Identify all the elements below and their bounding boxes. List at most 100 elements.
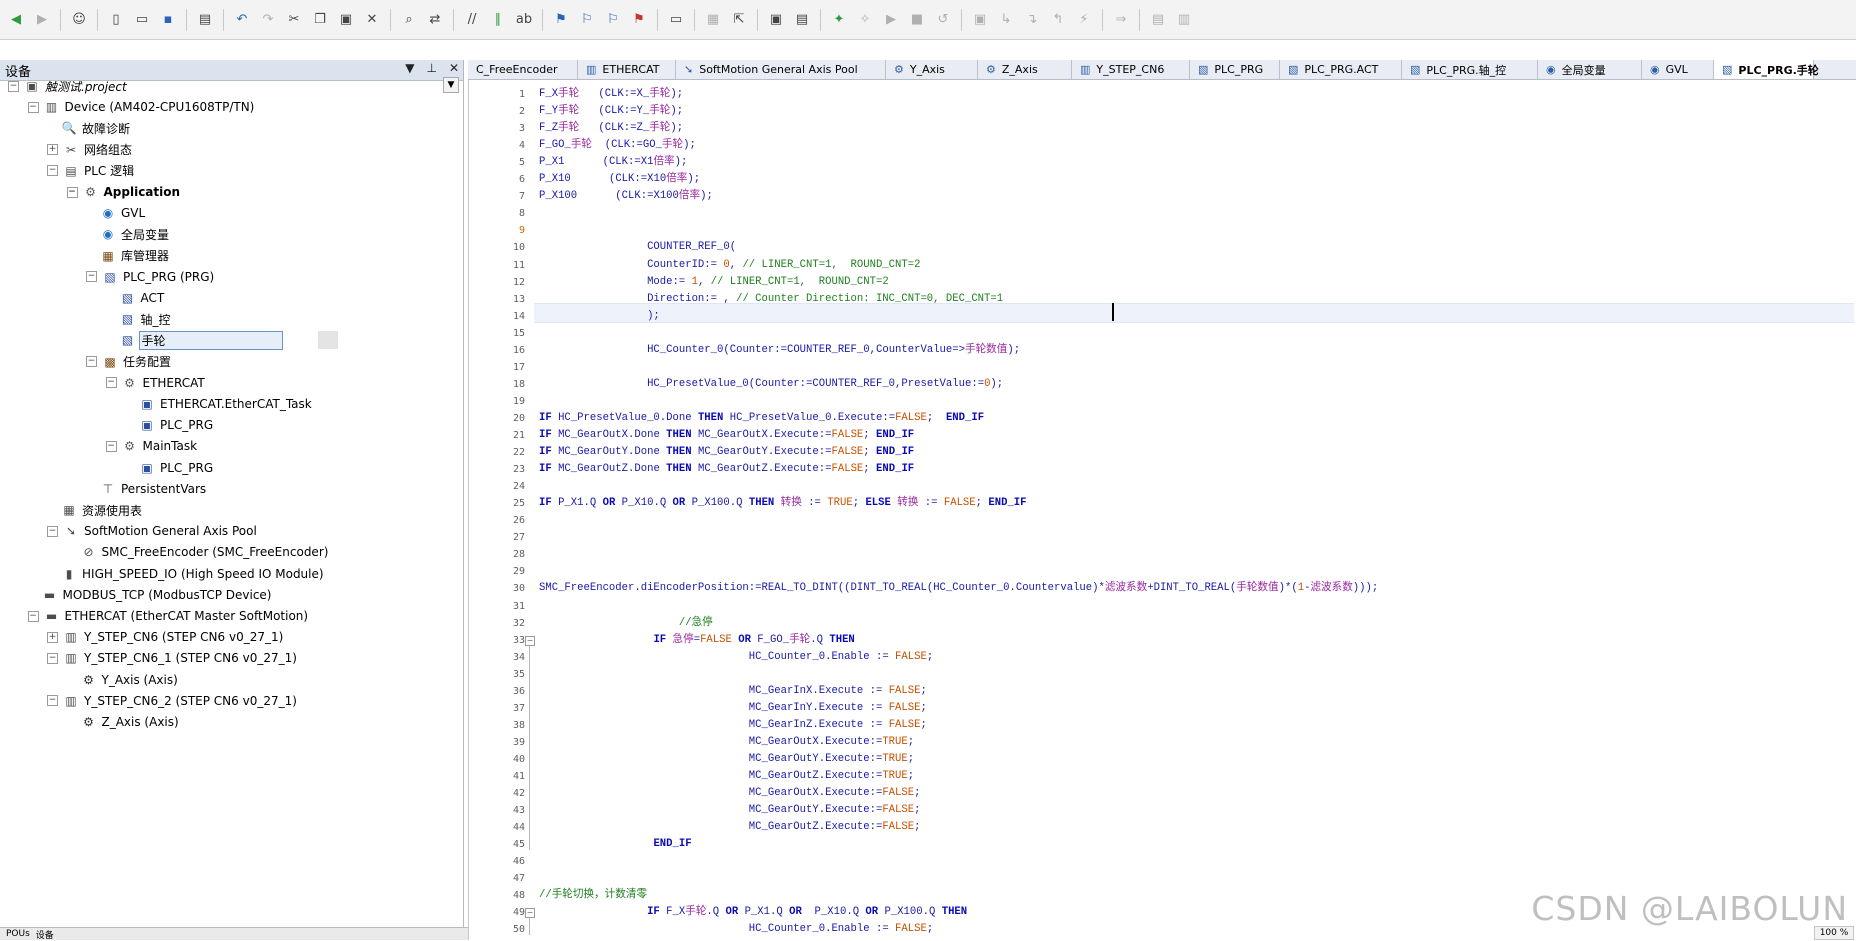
code-line[interactable]: MC_GearInZ.Execute := FALSE;: [539, 717, 927, 734]
find-icon[interactable]: ⌕: [399, 10, 419, 30]
bookmark-icon[interactable]: ⚑: [551, 10, 571, 30]
code-line[interactable]: F_GO_手轮 (CLK:=GO_手轮);: [539, 137, 696, 154]
code-line[interactable]: MC_GearInY.Execute := FALSE;: [539, 700, 927, 717]
pin-icon[interactable]: ⊥: [426, 61, 436, 75]
code-line[interactable]: P_X100 (CLK:=X100倍率);: [539, 188, 713, 205]
tree-item[interactable]: ▣ PLC_PRG: [125, 415, 213, 435]
start-icon[interactable]: ▶: [881, 10, 901, 30]
collapse-icon[interactable]: −: [47, 165, 58, 177]
delete-icon[interactable]: ✕: [362, 10, 382, 30]
rename-icon[interactable]: ab: [514, 10, 534, 30]
collapse-icon[interactable]: −: [47, 525, 58, 537]
editor-tab[interactable]: ➘ SoftMotion General Axis Pool: [676, 60, 886, 79]
code-line[interactable]: Direction:= , // Counter Direction: INC_…: [539, 291, 1003, 308]
print-icon[interactable]: ▤: [195, 10, 215, 30]
collapse-icon[interactable]: −: [27, 610, 39, 622]
tree-item[interactable]: ▮ HIGH_SPEED_IO (High Speed IO Module): [47, 564, 324, 584]
code-line[interactable]: F_Z手轮 (CLK:=Z_手轮);: [539, 120, 683, 137]
editor-tab[interactable]: ▧ PLC_PRG: [1190, 60, 1280, 79]
code-line[interactable]: MC_GearInX.Execute := FALSE;: [539, 683, 927, 700]
tree-item[interactable]: ▣ ETHERCAT.EtherCAT_Task: [125, 394, 311, 414]
tree-item[interactable]: ▦ 资源使用表: [47, 500, 142, 520]
tree-item[interactable]: ▧ 手轮: [106, 330, 283, 350]
editor-tab[interactable]: ⚙ Y_Axis: [886, 60, 978, 79]
collapse-icon[interactable]: −: [86, 271, 97, 283]
monitor-off-icon[interactable]: ▥: [1174, 10, 1194, 30]
code-line[interactable]: F_X手轮 (CLK:=X_手轮);: [539, 86, 683, 103]
write-values-icon[interactable]: ⇒: [1111, 10, 1131, 30]
monitor-icon[interactable]: ▤: [1148, 10, 1168, 30]
code-line[interactable]: P_X1 (CLK:=X1倍率);: [539, 154, 687, 171]
uncomment-icon[interactable]: ∥: [488, 10, 508, 30]
logout-icon[interactable]: ✧: [855, 10, 875, 30]
code-line[interactable]: P_X10 (CLK:=X10倍率);: [539, 171, 700, 188]
code-line[interactable]: IF F_X手轮.Q OR P_X1.Q OR P_X10.Q OR P_X10…: [539, 904, 967, 921]
next-bookmark-icon[interactable]: ⚐: [577, 10, 597, 30]
code-line[interactable]: HC_Counter_0.Enable := FALSE;: [539, 649, 933, 666]
editor-tab[interactable]: ▧ PLC_PRG.手轮: [1714, 60, 1819, 79]
step-out-icon[interactable]: ↰: [1048, 10, 1068, 30]
stop-icon[interactable]: ■: [907, 10, 927, 30]
tree-item[interactable]: ◉ 全局变量: [86, 224, 169, 244]
tree-item[interactable]: − ⚙ MainTask: [105, 436, 197, 456]
tree-item[interactable]: + ▥ Y_STEP_CN6 (STEP CN6 v0_27_1): [47, 627, 283, 647]
code-line[interactable]: COUNTER_REF_0(: [539, 239, 736, 256]
tree-item[interactable]: ⚙ Y_Axis (Axis): [67, 670, 178, 690]
code-line[interactable]: //急停: [539, 615, 713, 632]
user-icon[interactable]: ☺: [69, 10, 89, 30]
editor-tab[interactable]: ⚙ Z_Axis: [978, 60, 1072, 79]
tree-item[interactable]: + ✂ 网络组态: [47, 140, 132, 160]
tree-item[interactable]: ⚙ Z_Axis (Axis): [67, 712, 179, 732]
code-line[interactable]: END_IF: [539, 836, 691, 853]
code-line[interactable]: HC_Counter_0(Counter:=COUNTER_REF_0,Coun…: [539, 342, 1020, 359]
code-line[interactable]: IF P_X1.Q OR P_X10.Q OR P_X100.Q THEN 转换…: [539, 495, 1027, 512]
code-line[interactable]: F_Y手轮 (CLK:=Y_手轮);: [539, 103, 683, 120]
code-line[interactable]: IF 急停=FALSE OR F_GO_手轮.Q THEN: [539, 632, 854, 649]
code-line[interactable]: CounterID:= 0, // LINER_CNT=1, ROUND_CNT…: [539, 257, 920, 274]
tree-item[interactable]: 🔍 故障诊断: [47, 118, 131, 138]
code-line[interactable]: MC_GearOutY.Execute:=TRUE;: [539, 751, 914, 768]
code-line[interactable]: MC_GearOutZ.Execute:=FALSE;: [539, 819, 921, 836]
code-line[interactable]: IF MC_GearOutX.Done THEN MC_GearOutX.Exe…: [539, 427, 914, 444]
code-line[interactable]: IF MC_GearOutY.Done THEN MC_GearOutY.Exe…: [539, 444, 914, 461]
fold-toggle-icon[interactable]: −: [525, 635, 535, 646]
code-line[interactable]: MC_GearOutZ.Execute:=TRUE;: [539, 768, 914, 785]
breakpoint-icon[interactable]: ▣: [970, 10, 990, 30]
build-icon[interactable]: ▣: [766, 10, 786, 30]
save-icon[interactable]: ▪: [158, 10, 178, 30]
editor-tab[interactable]: ▥ Y_STEP_CN6: [1072, 60, 1190, 79]
fold-toggle-icon[interactable]: −: [525, 908, 535, 919]
tree-item[interactable]: − ▬ ETHERCAT (EtherCAT Master SoftMotion): [27, 606, 308, 626]
close-icon[interactable]: ✕: [449, 61, 459, 75]
comment-icon[interactable]: //: [462, 10, 482, 30]
tree-item[interactable]: − ⚙ ETHERCAT: [105, 373, 205, 393]
clear-bookmarks-icon[interactable]: ⚑: [629, 10, 649, 30]
export-icon[interactable]: ⇱: [729, 10, 749, 30]
step-over-icon[interactable]: ↳: [996, 10, 1016, 30]
panel-menu-icon[interactable]: ▼: [405, 61, 414, 75]
code-line[interactable]: HC_PresetValue_0(Counter:=COUNTER_REF_0,…: [539, 376, 1003, 393]
copy-icon[interactable]: ❐: [310, 10, 330, 30]
code-editor[interactable]: 1 2 3 4 5 6 7 8 9 10 11 12 13 14 15 16 17 18 19 20 21 22 23 24 2…: [468, 80, 1856, 940]
tree-item[interactable]: ▧ 轴_控: [106, 309, 171, 329]
tree-item[interactable]: − ▤ PLC 逻辑: [47, 161, 134, 181]
tree-item[interactable]: − ⚙ Application: [66, 182, 180, 202]
code-line[interactable]: MC_GearOutX.Execute:=TRUE;: [539, 734, 914, 751]
code-line[interactable]: IF MC_GearOutZ.Done THEN MC_GearOutZ.Exe…: [539, 461, 914, 478]
tree-item[interactable]: ▬ MODBUS_TCP (ModbusTCP Device): [28, 585, 272, 605]
code-line[interactable]: Mode:= 1, // LINER_CNT=1, ROUND_CNT=2: [539, 274, 889, 291]
collapse-icon[interactable]: −: [86, 356, 97, 368]
tree-item[interactable]: − ▥ Y_STEP_CN6_2 (STEP CN6 v0_27_1): [47, 691, 297, 711]
code-line[interactable]: MC_GearOutX.Execute:=FALSE;: [539, 785, 921, 802]
new-file-icon[interactable]: ▯: [106, 10, 126, 30]
force-icon[interactable]: ⚡: [1074, 10, 1094, 30]
code-line[interactable]: IF HC_PresetValue_0.Done THEN HC_PresetV…: [539, 410, 984, 427]
editor-tab[interactable]: ▧ PLC_PRG.ACT: [1280, 60, 1402, 79]
tree-item[interactable]: ▧ ACT: [106, 288, 164, 308]
project-dropdown-icon[interactable]: ▼: [443, 77, 459, 93]
replace-icon[interactable]: ⇄: [425, 10, 445, 30]
collapse-icon[interactable]: −: [105, 377, 117, 389]
collapse-icon[interactable]: −: [8, 80, 19, 92]
tree-item[interactable]: ◉ GVL: [86, 203, 145, 223]
grid-icon[interactable]: ▦: [703, 10, 723, 30]
